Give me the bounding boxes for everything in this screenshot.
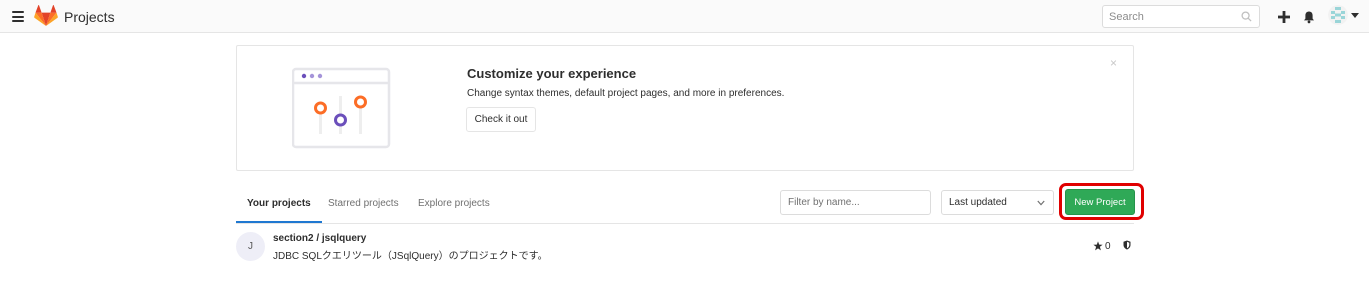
customize-banner: Customize your experience Change syntax … [236,45,1134,171]
caret-down-icon [1351,13,1359,18]
search-box[interactable] [1102,5,1260,28]
page-title: Projects [64,9,115,25]
shield-icon [1123,240,1131,250]
banner-description: Change syntax themes, default project pa… [467,88,785,99]
user-menu[interactable] [1328,5,1364,27]
new-project-button[interactable]: New Project [1065,189,1135,215]
search-input[interactable] [1103,6,1239,27]
tab-starred-projects[interactable]: Starred projects [328,186,399,223]
project-avatar[interactable]: J [236,232,265,261]
hamburger-icon[interactable] [12,11,24,22]
project-name-link[interactable]: section2 / jsqlquery [273,233,366,244]
project-row: J section2 / jsqlquery JDBC SQLクエリツール（JS… [236,230,1134,264]
tab-explore-projects[interactable]: Explore projects [418,186,490,223]
project-description: JDBC SQLクエリツール（JSqlQuery）のプロジェクトです。 [273,251,548,262]
sort-dropdown[interactable]: Last updated [941,190,1054,215]
preferences-illustration [292,67,391,149]
filter-by-name-input[interactable] [780,190,931,215]
star-icon[interactable] [1093,241,1103,251]
close-icon[interactable]: × [1110,57,1117,69]
chevron-down-icon [1037,200,1045,206]
tab-your-projects[interactable]: Your projects [236,186,322,223]
gitlab-logo[interactable] [34,5,58,27]
banner-title: Customize your experience [467,66,637,81]
search-icon [1241,11,1252,22]
top-navbar: Projects [0,0,1369,33]
plus-icon[interactable] [1277,10,1291,24]
sort-selected-value: Last updated [949,197,1007,208]
check-it-out-button[interactable]: Check it out [466,107,536,132]
avatar[interactable] [1328,5,1348,25]
bell-icon[interactable] [1302,10,1316,24]
star-count: 0 [1105,241,1111,252]
